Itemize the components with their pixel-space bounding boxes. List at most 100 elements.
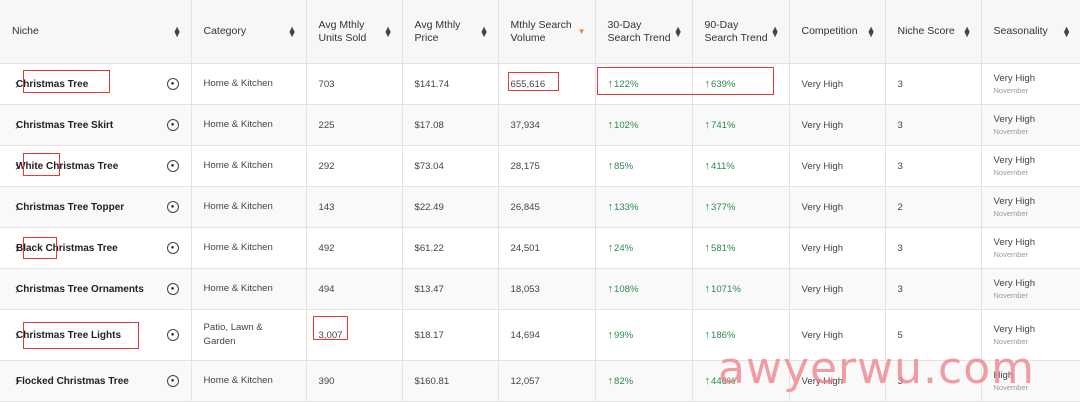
table-header-row: Niche▲▼ Category▲▼ Avg Mthly Units Sold▲… bbox=[0, 0, 1080, 64]
circle-badge-icon[interactable]: ● bbox=[167, 160, 179, 172]
trend30-value: 24% bbox=[614, 243, 633, 254]
trend30-value: 108% bbox=[614, 284, 639, 295]
table-row[interactable]: ›Christmas Tree Ornaments●Home & Kitchen… bbox=[0, 269, 1080, 310]
volume-cell: 14,694 bbox=[498, 310, 595, 361]
trend30-value: 122% bbox=[614, 79, 639, 90]
units-cell: 492 bbox=[306, 228, 402, 269]
season-month: November bbox=[994, 250, 1080, 259]
niche-name[interactable]: Black Christmas Tree bbox=[16, 243, 118, 254]
niche-cell[interactable]: ›White Christmas Tree● bbox=[0, 146, 191, 187]
niche-cell[interactable]: ›Christmas Tree Lights● bbox=[0, 310, 191, 361]
arrow-up-icon: ↑ bbox=[705, 329, 711, 341]
trend90-cell: ↑446% bbox=[692, 361, 789, 402]
sort-icon[interactable]: ▲▼ bbox=[771, 27, 780, 37]
circle-badge-icon[interactable]: ● bbox=[167, 119, 179, 131]
trend90-value: 186% bbox=[711, 330, 736, 341]
sort-icon[interactable]: ▲▼ bbox=[480, 27, 489, 37]
sort-icon[interactable]: ▲▼ bbox=[674, 27, 683, 37]
header-trend90[interactable]: 90-Day Search Trend▲▼ bbox=[692, 0, 789, 64]
price-cell: $73.04 bbox=[402, 146, 498, 187]
trend90-value: 446% bbox=[711, 376, 736, 387]
category-cell: Home & Kitchen bbox=[191, 228, 306, 269]
units-cell: 703 bbox=[306, 64, 402, 105]
header-label: Niche Score bbox=[898, 25, 955, 37]
arrow-up-icon: ↑ bbox=[705, 78, 711, 90]
header-seasonality[interactable]: Seasonality▲▼ bbox=[981, 0, 1080, 64]
table-row[interactable]: ›Christmas Tree Topper●Home & Kitchen143… bbox=[0, 187, 1080, 228]
niche-cell[interactable]: ›Flocked Christmas Tree● bbox=[0, 361, 191, 402]
niche-cell[interactable]: ›Christmas Tree Topper● bbox=[0, 187, 191, 228]
season-level: Very High bbox=[994, 196, 1036, 207]
volume-cell: 24,501 bbox=[498, 228, 595, 269]
table-row[interactable]: ›Christmas Tree Skirt●Home & Kitchen225$… bbox=[0, 105, 1080, 146]
score-cell: 3 bbox=[885, 64, 981, 105]
sort-icon[interactable]: ▲▼ bbox=[1062, 27, 1071, 37]
header-label: Mthly Search Volume bbox=[511, 19, 572, 44]
niche-name[interactable]: Christmas Tree Topper bbox=[16, 202, 124, 213]
arrow-up-icon: ↑ bbox=[705, 375, 711, 387]
circle-badge-icon[interactable]: ● bbox=[167, 201, 179, 213]
sort-icon[interactable]: ▲▼ bbox=[963, 27, 972, 37]
circle-badge-icon[interactable]: ● bbox=[167, 78, 179, 90]
circle-badge-icon[interactable]: ● bbox=[167, 375, 179, 387]
trend90-cell: ↑581% bbox=[692, 228, 789, 269]
header-units[interactable]: Avg Mthly Units Sold▲▼ bbox=[306, 0, 402, 64]
header-label: 30-Day Search Trend bbox=[608, 19, 671, 44]
niche-name[interactable]: Christmas Tree Lights bbox=[16, 330, 121, 341]
niche-name[interactable]: Christmas Tree Skirt bbox=[16, 120, 113, 131]
header-price[interactable]: Avg Mthly Price▲▼ bbox=[402, 0, 498, 64]
trend30-cell: ↑122% bbox=[595, 64, 692, 105]
niche-cell[interactable]: ›Black Christmas Tree● bbox=[0, 228, 191, 269]
niche-name[interactable]: Christmas Tree bbox=[16, 79, 88, 90]
trend30-cell: ↑85% bbox=[595, 146, 692, 187]
table-row[interactable]: ›Black Christmas Tree●Home & Kitchen492$… bbox=[0, 228, 1080, 269]
niche-cell[interactable]: ›Christmas Tree● bbox=[0, 64, 191, 105]
table-row[interactable]: ›Christmas Tree Lights●Patio, Lawn & Gar… bbox=[0, 310, 1080, 361]
price-cell: $18.17 bbox=[402, 310, 498, 361]
sort-icon[interactable]: ▲▼ bbox=[867, 27, 876, 37]
niche-name[interactable]: Christmas Tree Ornaments bbox=[16, 284, 144, 295]
trend30-value: 102% bbox=[614, 120, 639, 131]
niche-cell[interactable]: ›Christmas Tree Skirt● bbox=[0, 105, 191, 146]
competition-cell: Very High bbox=[789, 361, 885, 402]
circle-badge-icon[interactable]: ● bbox=[167, 242, 179, 254]
niche-name[interactable]: White Christmas Tree bbox=[16, 161, 118, 172]
units-cell: 292 bbox=[306, 146, 402, 187]
trend30-value: 82% bbox=[614, 376, 633, 387]
sort-icon[interactable]: ▲▼ bbox=[173, 27, 182, 37]
trend30-value: 99% bbox=[614, 330, 633, 341]
table-row[interactable]: ›White Christmas Tree●Home & Kitchen292$… bbox=[0, 146, 1080, 187]
sort-icon[interactable]: ▲▼ bbox=[384, 27, 393, 37]
category-cell: Home & Kitchen bbox=[191, 146, 306, 187]
season-month: November bbox=[994, 383, 1080, 392]
header-volume[interactable]: Mthly Search Volume ▼ bbox=[498, 0, 595, 64]
season-level: Very High bbox=[994, 155, 1036, 166]
score-cell: 3 bbox=[885, 269, 981, 310]
header-category[interactable]: Category▲▼ bbox=[191, 0, 306, 64]
price-cell: $13.47 bbox=[402, 269, 498, 310]
table-row[interactable]: ›Christmas Tree●Home & Kitchen703$141.74… bbox=[0, 64, 1080, 105]
competition-cell: Very High bbox=[789, 269, 885, 310]
season-month: November bbox=[994, 209, 1080, 218]
circle-badge-icon[interactable]: ● bbox=[167, 329, 179, 341]
competition-cell: Very High bbox=[789, 64, 885, 105]
sort-desc-icon[interactable]: ▼ bbox=[578, 28, 586, 36]
niche-name[interactable]: Flocked Christmas Tree bbox=[16, 376, 129, 387]
circle-badge-icon[interactable]: ● bbox=[167, 283, 179, 295]
competition-cell: Very High bbox=[789, 187, 885, 228]
score-cell: 3 bbox=[885, 146, 981, 187]
sort-icon[interactable]: ▲▼ bbox=[288, 27, 297, 37]
seasonality-cell: Very HighNovember bbox=[981, 310, 1080, 361]
trend90-cell: ↑639% bbox=[692, 64, 789, 105]
header-score[interactable]: Niche Score ▲▼ bbox=[885, 0, 981, 64]
header-trend30[interactable]: 30-Day Search Trend▲▼ bbox=[595, 0, 692, 64]
niche-cell[interactable]: ›Christmas Tree Ornaments● bbox=[0, 269, 191, 310]
score-cell: 3 bbox=[885, 228, 981, 269]
header-niche[interactable]: Niche▲▼ bbox=[0, 0, 191, 64]
volume-cell: 18,053 bbox=[498, 269, 595, 310]
header-competition[interactable]: Competition▲▼ bbox=[789, 0, 885, 64]
arrow-up-icon: ↑ bbox=[608, 375, 614, 387]
table-row[interactable]: ›Flocked Christmas Tree●Home & Kitchen39… bbox=[0, 361, 1080, 402]
arrow-up-icon: ↑ bbox=[608, 283, 614, 295]
arrow-up-icon: ↑ bbox=[705, 160, 711, 172]
